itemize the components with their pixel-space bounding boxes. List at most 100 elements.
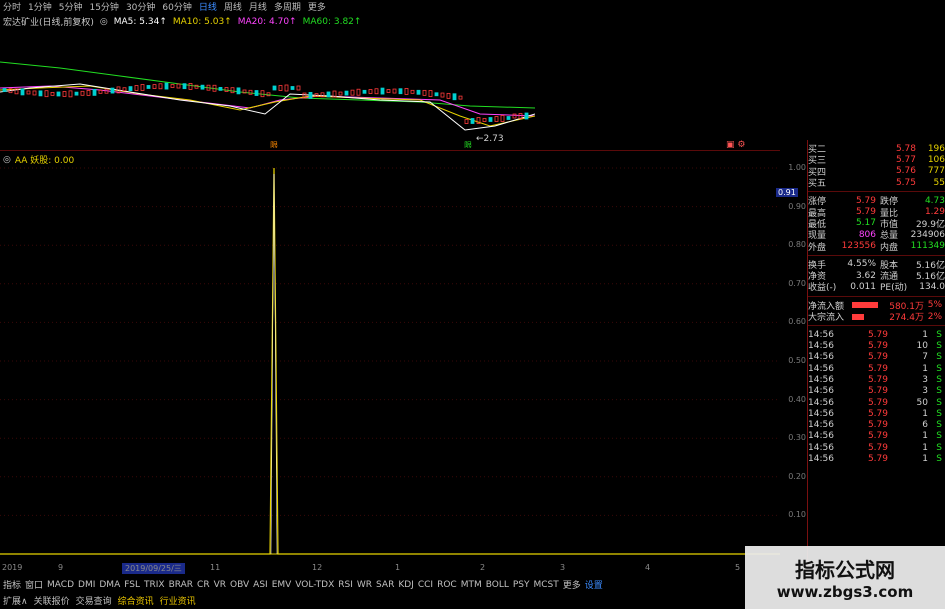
indicator-tab-10[interactable]: OBV [230, 580, 249, 590]
indicator-tab-24[interactable]: 更多 [563, 578, 581, 591]
indicator-tab-7[interactable]: BRAR [169, 580, 193, 590]
candle [494, 116, 499, 122]
flow-value: 274.4万 [889, 313, 924, 324]
date-tick: 2 [480, 563, 486, 572]
tick-price: 5.79 [867, 329, 888, 340]
period-tab-1[interactable]: 1分钟 [28, 0, 52, 13]
indicator-tab-9[interactable]: VR [214, 580, 226, 590]
ext-tab-1[interactable]: 关联报价 [34, 594, 70, 607]
indicator-tab-15[interactable]: WR [357, 580, 372, 590]
indicator-tab-25[interactable]: 设置 [585, 578, 603, 591]
indicator-tab-16[interactable]: SAR [376, 580, 394, 590]
stat-row: 收益(-) 0.011 PE(动) 134.0 [808, 281, 945, 294]
indicator-tab-23[interactable]: MCST [534, 580, 559, 590]
tick-row: 14:56 5.79 10 S [808, 340, 945, 351]
period-tab-0[interactable]: 分时 [3, 0, 21, 13]
low-price-label: ←2.73 [476, 134, 504, 144]
buy-volume: 196 [927, 143, 945, 154]
indicator-tab-2[interactable]: MACD [47, 580, 74, 590]
tick-volume: 1 [922, 363, 928, 374]
period-tab-2[interactable]: 5分钟 [59, 0, 83, 13]
flow-pct: 5% [927, 300, 942, 311]
candle [488, 117, 493, 122]
period-tab-4[interactable]: 30分钟 [126, 0, 155, 13]
axis-tick: 0.50 [788, 356, 806, 365]
ma10-label: MA10: 5.03↑ [172, 16, 232, 27]
kline-chart[interactable]: ←2.73 限 限 [0, 30, 535, 148]
candle [500, 115, 505, 122]
period-tab-5[interactable]: 60分钟 [162, 0, 191, 13]
indicator-tab-21[interactable]: BOLL [486, 580, 509, 590]
indicator-tab-13[interactable]: VOL-TDX [295, 580, 334, 590]
tick-volume: 3 [922, 386, 928, 397]
candle [398, 88, 403, 95]
stat-value: 1.29 [924, 207, 945, 218]
indicator-grid [0, 167, 780, 516]
candle [68, 90, 73, 98]
tick-direction: S [936, 352, 942, 363]
axis-tick: 0.40 [788, 394, 806, 404]
date-tick: 11 [210, 563, 221, 572]
candle [164, 82, 169, 90]
period-tab-6[interactable]: 日线 [199, 0, 217, 13]
candle [74, 91, 79, 96]
candle [152, 84, 157, 89]
period-tab-9[interactable]: 多周期 [274, 0, 301, 13]
indicator-tab-18[interactable]: CCI [418, 580, 433, 590]
indicator-tab-5[interactable]: FSL [124, 580, 140, 590]
tick-price: 5.79 [867, 454, 888, 465]
indicator-tab-4[interactable]: DMA [99, 580, 120, 590]
tick-price: 5.79 [867, 420, 888, 431]
indicator-tab-17[interactable]: KDJ [398, 580, 414, 590]
candle [254, 90, 259, 96]
period-tab-3[interactable]: 15分钟 [89, 0, 118, 13]
watermark-url: www.zbgs3.com [776, 583, 914, 601]
candle [128, 86, 133, 91]
candle [308, 91, 313, 99]
flow-row: 大宗流入 274.4万 2% [808, 311, 945, 324]
candle [146, 85, 151, 89]
period-tab-8[interactable]: 月线 [249, 0, 267, 13]
indicator-tab-0[interactable]: 指标 [3, 578, 21, 591]
ext-tab-4[interactable]: 行业资讯 [160, 594, 196, 607]
candle [140, 84, 145, 91]
buy-row: 买五 5.75 55 [808, 177, 945, 190]
period-tab-7[interactable]: 周线 [224, 0, 242, 13]
watermark-title: 指标公式网 [795, 558, 895, 582]
ma-settings-icon[interactable]: ◎ [100, 17, 108, 27]
tick-volume: 1 [922, 329, 928, 340]
ext-tab-0[interactable]: 扩展∧ [3, 594, 28, 607]
indicator-tab-12[interactable]: EMV [272, 580, 292, 590]
indicator-tab-14[interactable]: RSI [338, 580, 353, 590]
indicator-tab-20[interactable]: MTM [461, 580, 482, 590]
tick-time: 14:56 [808, 408, 834, 419]
tick-row: 14:56 5.79 1 S [808, 363, 945, 374]
stock-name: 宏达矿业(日线,前复权) [3, 18, 94, 28]
ma60-line [0, 61, 535, 109]
indicator-chart[interactable] [0, 160, 780, 560]
tick-volume: 10 [916, 341, 928, 352]
tick-row: 14:56 5.79 1 S [808, 329, 945, 340]
indicator-tab-3[interactable]: DMI [78, 580, 95, 590]
indicator-tab-6[interactable]: TRIX [144, 580, 165, 590]
candle [272, 85, 277, 91]
buy-price: 5.76 [895, 166, 916, 177]
stat-value: 5.79 [855, 195, 876, 206]
tick-row: 14:56 5.79 6 S [808, 420, 945, 431]
tick-time: 14:56 [808, 352, 834, 363]
period-tab-10[interactable]: 更多 [308, 0, 326, 13]
tick-price: 5.79 [867, 431, 888, 442]
candle [458, 95, 463, 100]
tick-volume: 6 [922, 420, 928, 431]
candle [62, 91, 67, 97]
indicator-tab-8[interactable]: CR [197, 580, 210, 590]
candle [50, 91, 55, 96]
indicator-tab-19[interactable]: ROC [437, 580, 457, 590]
indicator-tab-11[interactable]: ASI [253, 580, 268, 590]
ext-tab-3[interactable]: 综合资讯 [118, 594, 154, 607]
indicator-icons[interactable]: ▣ ⚙ [726, 140, 745, 150]
candle [56, 91, 61, 97]
indicator-tab-1[interactable]: 窗口 [25, 578, 43, 591]
indicator-tab-22[interactable]: PSY [513, 580, 530, 590]
ext-tab-2[interactable]: 交易查询 [76, 594, 112, 607]
